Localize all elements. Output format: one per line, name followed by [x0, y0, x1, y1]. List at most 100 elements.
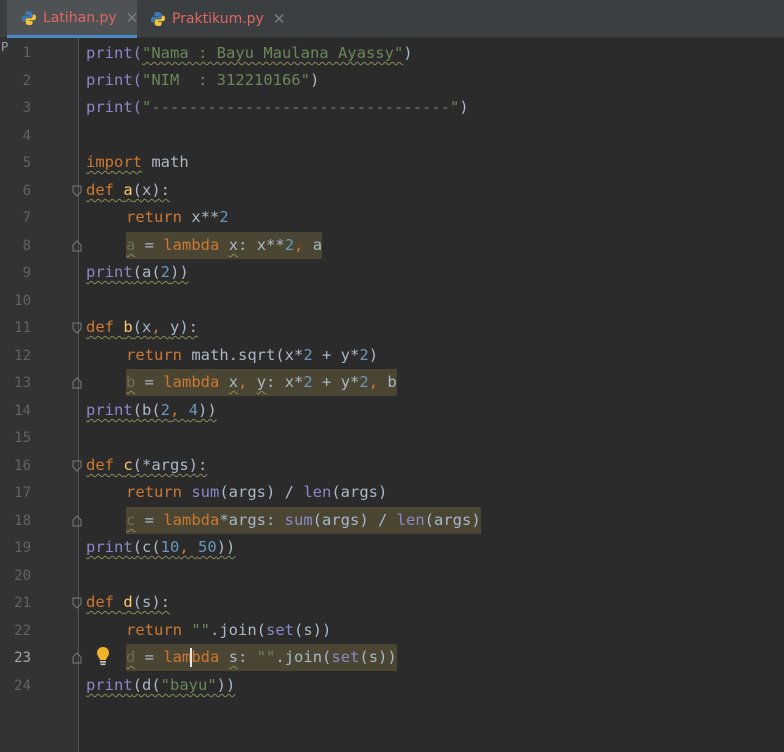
code-token: )): [198, 401, 217, 419]
code-token: print(c(10, 50)): [86, 538, 235, 556]
close-icon[interactable]: ✕: [126, 9, 139, 27]
line-number: 5: [22, 155, 31, 171]
code-line-7: return x**2: [126, 204, 229, 231]
code-line-9: print(a(2)): [86, 259, 189, 286]
code-token: (args): [424, 511, 481, 529]
code-token: 50: [198, 538, 217, 556]
code-token: a: [312, 236, 323, 254]
code-line-2: print("NIM : 312210166"): [86, 67, 319, 94]
code-token: "--------------------------------": [142, 98, 460, 116]
code-token: def: [86, 181, 124, 199]
line-number: 9: [22, 265, 31, 281]
code-line-11: def b(x, y):: [86, 314, 198, 341]
code-token: =: [135, 648, 164, 666]
line-number: 3: [22, 100, 31, 116]
line-number: 13: [14, 375, 31, 391]
code-token: (s)): [359, 648, 397, 666]
line-number: 19: [14, 540, 31, 556]
code-token: 2: [359, 373, 369, 391]
code-token: d: [126, 648, 136, 666]
code-token: (args) /: [219, 483, 304, 501]
code-line-23: d = lambda s: "".join(set(s)): [126, 644, 397, 671]
code-token: import: [86, 153, 142, 171]
code-token: (x: [132, 318, 152, 336]
code-token: ,: [151, 318, 171, 336]
code-token: a: [126, 236, 136, 254]
code-token: ): [309, 71, 320, 89]
code-token: (args) /: [312, 511, 397, 529]
code-token: bda: [191, 648, 220, 666]
code-token: def: [86, 593, 124, 611]
code-token: x: [228, 373, 239, 391]
line-number: 17: [14, 485, 31, 501]
code-line-8: a = lambda x: x**2, a: [126, 232, 323, 259]
code-editor[interactable]: print("Nama : Bayu Maulana Ayassy") prin…: [80, 38, 784, 752]
tab-praktikum[interactable]: Praktikum.py ✕: [144, 0, 285, 38]
code-token: + y*: [312, 346, 360, 364]
code-token: 2: [160, 263, 171, 281]
code-token: 2: [160, 401, 171, 419]
code-token: len: [396, 511, 425, 529]
code-token: ,: [179, 538, 199, 556]
code-token: print: [86, 263, 133, 281]
code-token: )): [216, 676, 236, 694]
code-line-21: def d(s):: [86, 589, 170, 616]
line-number: 1: [22, 45, 31, 61]
close-icon[interactable]: ✕: [273, 10, 286, 28]
tab-label: Latihan.py: [43, 9, 117, 26]
code-token: sum: [191, 483, 220, 501]
code-token: b: [123, 318, 133, 336]
code-token: print(d("bayu")): [86, 676, 235, 694]
code-token: (d(: [132, 676, 161, 694]
code-token: ,: [294, 236, 313, 254]
code-line-19: print(c(10, 50)): [86, 534, 235, 561]
code-token: "bayu": [160, 676, 217, 694]
code-token: lambda: [163, 236, 220, 254]
code-token: 2: [284, 236, 295, 254]
code-token: ,: [170, 401, 189, 419]
code-line-22: return "".join(set(s)): [126, 617, 331, 644]
line-number: 20: [14, 567, 31, 584]
code-token: return: [126, 621, 182, 639]
code-token: print: [86, 538, 133, 556]
line-number: 21: [14, 595, 31, 611]
code-token: =: [135, 236, 164, 254]
code-token: print(a(2)): [86, 263, 189, 281]
code-line-24: print(d("bayu")): [86, 672, 235, 699]
code-token: )): [216, 538, 236, 556]
line-number: 18: [14, 512, 31, 529]
code-token: math.sqrt(x*: [182, 346, 304, 364]
code-token: "Nama : Bayu Maulana Ayassy": [142, 44, 404, 62]
python-file-icon: [150, 11, 166, 27]
code-token: a: [123, 181, 133, 199]
line-number: 14: [14, 402, 31, 419]
code-token: print: [86, 676, 133, 694]
line-number: 2: [22, 72, 31, 89]
code-token: def d(s):: [86, 593, 170, 611]
line-number: 8: [22, 237, 31, 254]
tab-latihan[interactable]: Latihan.py ✕: [7, 0, 139, 38]
code-line-12: return math.sqrt(x*2 + y*2): [126, 342, 378, 369]
code-token: (s)): [294, 621, 332, 639]
code-line-6: def a(x):: [86, 177, 170, 204]
code-token: "NIM : 312210166": [142, 71, 310, 89]
code-token: 2: [359, 346, 369, 364]
code-token: lam: [163, 648, 192, 666]
code-line-13: b = lambda x, y: x*2 + y*2, b: [126, 369, 397, 396]
code-token: : x*: [266, 373, 304, 391]
code-token: print(: [86, 71, 142, 89]
code-token: lambda: [163, 511, 220, 529]
code-token: (x):: [132, 181, 170, 199]
tab-label: Praktikum.py: [172, 11, 264, 27]
code-token: c: [126, 511, 136, 529]
code-token: def a(x):: [86, 181, 170, 199]
line-number: 22: [14, 622, 31, 639]
code-token: return: [126, 346, 182, 364]
line-number: 11: [14, 320, 31, 336]
code-line-18: c = lambda*args: sum(args) / len(args): [126, 507, 481, 534]
code-token: + y*: [312, 373, 360, 391]
